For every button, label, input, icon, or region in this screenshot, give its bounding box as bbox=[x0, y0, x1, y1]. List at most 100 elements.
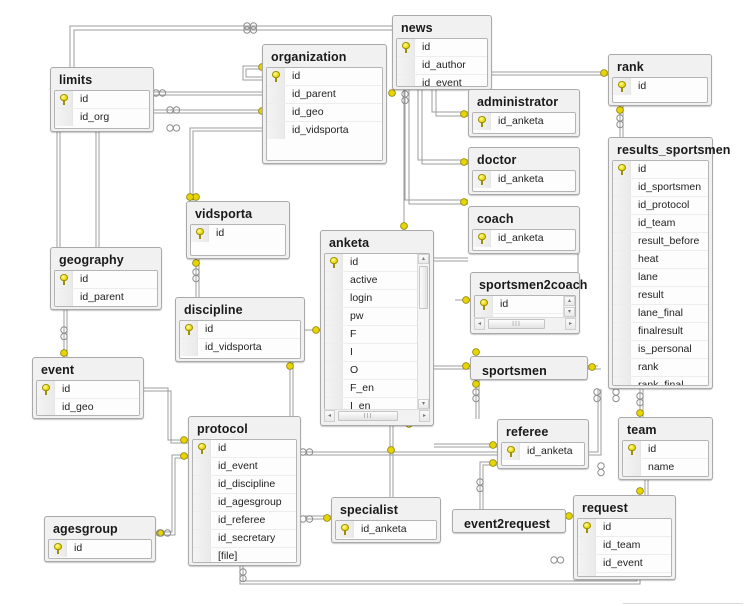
field-row[interactable]: id_geo bbox=[267, 104, 382, 122]
field-list[interactable]: id_anketa bbox=[472, 170, 576, 192]
field-list[interactable]: idid_coach▴▾ bbox=[474, 295, 576, 318]
entity-sportsmen2coach[interactable]: sportsmen2coachidid_coach▴▾◂III▸ bbox=[470, 272, 587, 334]
entity-specialist[interactable]: specialist id_anketa bbox=[331, 497, 441, 543]
horizontal-scrollbar[interactable]: ◂ III ▸ bbox=[324, 409, 430, 422]
field-row-primary-key[interactable]: id_anketa bbox=[473, 113, 575, 130]
entity-doctor[interactable]: doctor id_anketa bbox=[468, 147, 580, 195]
field-row-primary-key[interactable]: id bbox=[623, 441, 708, 459]
entity-geography[interactable]: geography id id_parent bbox=[50, 247, 162, 310]
field-row-primary-key[interactable]: id_anketa bbox=[473, 171, 575, 188]
entity-request[interactable]: request id id_team id_event id_coach bbox=[573, 495, 676, 580]
field-row[interactable]: lane bbox=[613, 269, 708, 287]
entity-sportsmen[interactable]: sportsmen bbox=[470, 356, 588, 380]
field-row-primary-key[interactable]: id bbox=[55, 91, 149, 109]
field-row-primary-key[interactable]: id bbox=[613, 78, 707, 95]
scroll-right-icon[interactable]: ▸ bbox=[419, 410, 430, 422]
vertical-scroll-thumb[interactable] bbox=[419, 266, 428, 310]
entity-team[interactable]: team id name bbox=[618, 417, 713, 480]
field-row-primary-key[interactable]: id bbox=[193, 440, 296, 458]
entity-event2request[interactable]: event2request bbox=[452, 509, 566, 533]
entity-news[interactable]: news id id_author id_event bbox=[392, 15, 492, 90]
field-list[interactable]: id id_parent id_geo id_vidsporta bbox=[266, 67, 383, 161]
scroll-down-icon[interactable]: ▾ bbox=[418, 399, 429, 409]
field-row[interactable]: O bbox=[325, 362, 429, 380]
vertical-scrollbar[interactable]: ▴ ▾ bbox=[417, 254, 429, 409]
entity-rank[interactable]: rank id bbox=[608, 54, 712, 106]
field-row[interactable]: heat bbox=[613, 251, 708, 269]
field-list[interactable]: id name bbox=[622, 440, 709, 477]
field-row[interactable]: finalresult bbox=[613, 323, 708, 341]
entity-organization[interactable]: organization id id_parent id_geo id_vidsport… bbox=[262, 44, 387, 164]
field-row[interactable]: rank bbox=[613, 359, 708, 377]
entity-results_sportsmen[interactable]: results_sportsmen id id_sportsmen id_protoc… bbox=[608, 137, 730, 389]
entity-event[interactable]: event id id_geo bbox=[32, 357, 144, 419]
scroll-right-icon[interactable]: ▸ bbox=[565, 318, 576, 330]
field-list[interactable]: id id_geo bbox=[36, 380, 140, 416]
vertical-scrollbar[interactable]: ▴ ▾ bbox=[563, 296, 575, 317]
horizontal-scroll-thumb[interactable]: III bbox=[338, 411, 398, 421]
field-row[interactable]: id_coach bbox=[578, 573, 671, 576]
field-list[interactable]: id_anketa bbox=[472, 229, 576, 251]
entity-referee[interactable]: referee id_anketa bbox=[497, 419, 589, 469]
field-row[interactable]: I_en bbox=[325, 398, 429, 409]
field-row[interactable]: result bbox=[613, 287, 708, 305]
field-row-primary-key[interactable]: id bbox=[325, 254, 429, 272]
field-row[interactable]: [file] bbox=[193, 548, 296, 562]
field-row[interactable]: active bbox=[325, 272, 429, 290]
field-row[interactable]: id_event bbox=[193, 458, 296, 476]
field-row-primary-key[interactable]: id bbox=[191, 225, 285, 242]
field-row[interactable]: id_parent bbox=[267, 86, 382, 104]
field-row[interactable]: I bbox=[325, 344, 429, 362]
entity-anketa[interactable]: anketaidactiveloginpwFIOF_enI_enfotodate… bbox=[320, 230, 434, 426]
field-list[interactable]: id id_event id_discipline id_agesgroup id_re… bbox=[192, 439, 297, 563]
entity-limits[interactable]: limits id id_org bbox=[50, 67, 154, 132]
entity-agesgroup[interactable]: agesgroup id bbox=[44, 516, 156, 562]
field-list[interactable]: id_anketa bbox=[472, 112, 576, 134]
field-row[interactable]: name bbox=[623, 459, 708, 476]
field-row[interactable]: id_secretary bbox=[193, 530, 296, 548]
field-row[interactable]: is_personal bbox=[613, 341, 708, 359]
field-row-primary-key[interactable]: id bbox=[55, 271, 157, 289]
field-row-primary-key[interactable]: id bbox=[613, 161, 708, 179]
field-row[interactable]: lane_final bbox=[613, 305, 708, 323]
field-list[interactable]: id id_author id_event bbox=[396, 38, 488, 87]
field-list[interactable]: id bbox=[190, 224, 286, 256]
field-row[interactable]: F_en bbox=[325, 380, 429, 398]
field-row[interactable]: id_geo bbox=[37, 399, 139, 415]
entity-discipline[interactable]: discipline id id_vidsporta bbox=[175, 297, 305, 362]
field-row[interactable]: id_discipline bbox=[193, 476, 296, 494]
field-row-primary-key[interactable]: id bbox=[180, 321, 300, 339]
field-row[interactable]: id_team bbox=[578, 537, 671, 555]
field-row[interactable]: id_event bbox=[578, 555, 671, 573]
field-list[interactable]: id id_sportsmen id_protocol id_team result_b… bbox=[612, 160, 709, 386]
field-row[interactable]: login bbox=[325, 290, 429, 308]
field-row[interactable]: F bbox=[325, 326, 429, 344]
horizontal-scroll-thumb[interactable]: III bbox=[488, 319, 545, 329]
field-row-primary-key[interactable]: id bbox=[37, 381, 139, 399]
field-row-primary-key[interactable]: id bbox=[578, 519, 671, 537]
field-list[interactable]: id bbox=[48, 539, 152, 559]
field-row[interactable]: id_referee bbox=[193, 512, 296, 530]
field-row-primary-key[interactable]: id_anketa bbox=[502, 443, 584, 460]
field-list[interactable]: id id_parent bbox=[54, 270, 158, 307]
field-row[interactable]: id_author bbox=[397, 57, 487, 75]
field-row-primary-key[interactable]: id_anketa bbox=[473, 230, 575, 247]
entity-protocol[interactable]: protocol id id_event id_discipline id_agesgr… bbox=[188, 416, 301, 566]
field-list[interactable]: idactiveloginpwFIOF_enI_enfotodatebirths… bbox=[324, 253, 430, 410]
scroll-up-icon[interactable]: ▴ bbox=[564, 296, 575, 306]
entity-administrator[interactable]: administrator id_anketa bbox=[468, 89, 580, 137]
field-list[interactable]: id id_vidsporta bbox=[179, 320, 301, 359]
scroll-down-icon[interactable]: ▾ bbox=[564, 307, 575, 317]
field-list[interactable]: id_anketa bbox=[335, 520, 437, 540]
field-row[interactable]: pw bbox=[325, 308, 429, 326]
field-list[interactable]: id_anketa bbox=[501, 442, 585, 466]
entity-coach[interactable]: coach id_anketa bbox=[468, 206, 580, 254]
scroll-up-icon[interactable]: ▴ bbox=[418, 254, 429, 264]
scroll-left-icon[interactable]: ◂ bbox=[324, 410, 335, 422]
field-list[interactable]: id bbox=[612, 77, 708, 103]
field-row-primary-key[interactable]: id bbox=[49, 540, 151, 557]
field-row-primary-key[interactable]: id_anketa bbox=[336, 521, 436, 538]
field-row[interactable]: id_vidsporta bbox=[267, 122, 382, 139]
field-row-primary-key[interactable]: id bbox=[267, 68, 382, 86]
field-row-primary-key[interactable]: id bbox=[475, 296, 575, 314]
